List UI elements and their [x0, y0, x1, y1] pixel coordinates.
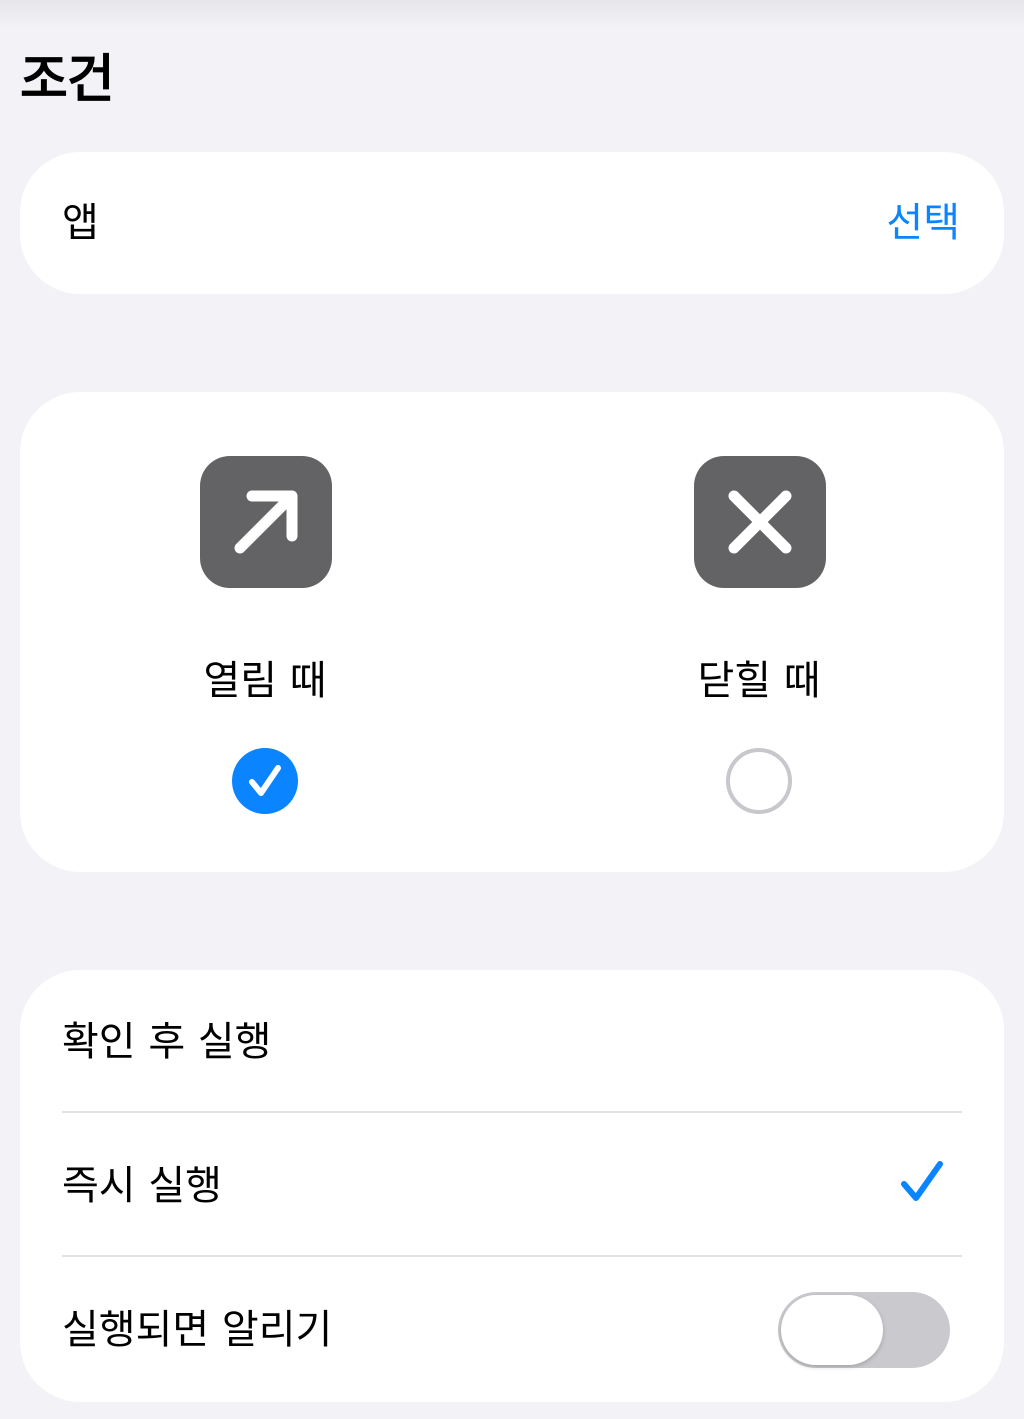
close-trigger-tile	[694, 456, 826, 588]
close-trigger-radio-unselected[interactable]	[726, 748, 792, 814]
row-divider	[62, 1111, 962, 1113]
checkmark-icon	[249, 765, 281, 796]
row-divider	[62, 1255, 962, 1257]
open-trigger-radio-selected[interactable]	[232, 748, 298, 814]
trigger-card: 열림 때 닫힐 때	[20, 392, 1004, 872]
page-title: 조건	[20, 50, 115, 110]
run-after-confirm-row[interactable]: 확인 후 실행	[20, 970, 1004, 1114]
app-label: 앱	[62, 200, 99, 246]
open-trigger-label: 열림 때	[203, 658, 327, 704]
checkmark-icon	[901, 1161, 943, 1201]
open-trigger-tile	[200, 456, 332, 588]
notify-when-run-row: 실행되면 알리기	[20, 1258, 1004, 1402]
toggle-knob	[781, 1295, 883, 1365]
xmark-icon	[728, 490, 792, 554]
run-options-card: 확인 후 실행 즉시 실행 실행되면 알리기	[20, 970, 1004, 1402]
trigger-option-open[interactable]: 열림 때	[115, 392, 415, 872]
close-trigger-label: 닫힐 때	[697, 658, 821, 704]
run-immediately-row[interactable]: 즉시 실행	[20, 1114, 1004, 1258]
arrow-up-right-icon	[234, 490, 298, 554]
select-app-button[interactable]: 선택	[886, 198, 960, 248]
app-card: 앱 선택	[20, 152, 1004, 294]
run-immediately-label: 즉시 실행	[62, 1163, 222, 1209]
notify-toggle[interactable]	[778, 1292, 950, 1368]
status-bar-fade	[0, 0, 1024, 28]
trigger-option-close[interactable]: 닫힐 때	[609, 392, 909, 872]
run-after-confirm-label: 확인 후 실행	[62, 1019, 272, 1065]
notify-when-run-label: 실행되면 알리기	[62, 1307, 333, 1353]
